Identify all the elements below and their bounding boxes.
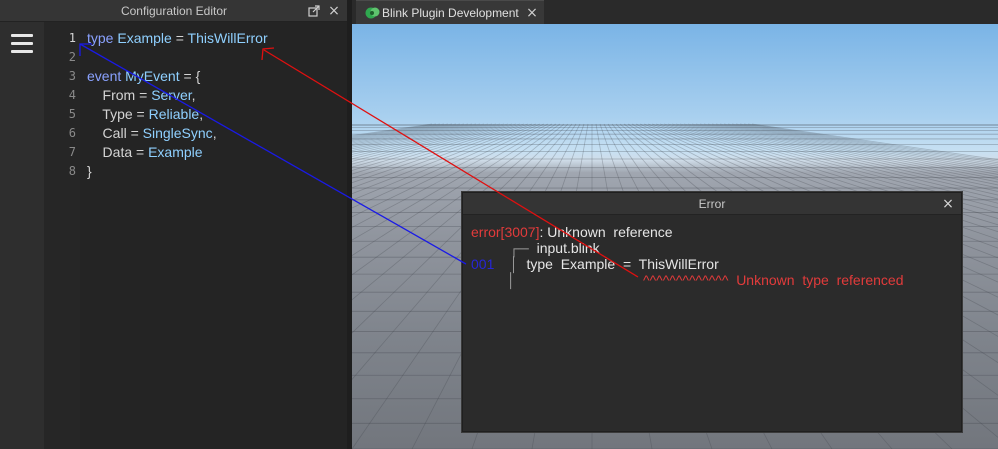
panel-titlebar: Configuration Editor × <box>0 0 348 22</box>
error-code: error[3007] <box>471 224 540 240</box>
tab-blink-plugin-development[interactable]: Blink Plugin Development × <box>356 0 544 24</box>
code-line: From = Server, <box>87 86 196 105</box>
line-number: 1 <box>68 31 76 45</box>
code-token: Type = <box>87 106 149 122</box>
code-token: Reliable <box>148 106 200 122</box>
grid-line <box>352 123 477 150</box>
source-bar: │ <box>507 272 516 288</box>
code-token: = { <box>179 68 201 84</box>
code-token: , <box>199 106 204 122</box>
dialog-title: Error <box>698 197 726 211</box>
code-token: From = <box>87 87 152 103</box>
hamburger-menu-icon[interactable] <box>11 34 33 54</box>
panel-title: Configuration Editor <box>120 4 228 18</box>
line-number: 4 <box>68 88 76 102</box>
popout-icon[interactable] <box>308 5 320 17</box>
source-bar: │ <box>509 256 519 272</box>
error-dialog: Error × error[3007]: Unknown reference ┌… <box>462 192 962 432</box>
code-token: SingleSync <box>142 125 213 141</box>
error-header: error[3007]: Unknown reference <box>471 224 673 241</box>
grid-line <box>352 123 481 151</box>
source-line: 001 │ type Example = ThisWillError <box>471 256 719 273</box>
code-token: Call = <box>87 125 143 141</box>
source-text: type Example = ThisWillError <box>526 256 719 272</box>
code-line: Call = SingleSync, <box>87 124 217 143</box>
grid-line <box>352 123 441 138</box>
dialog-titlebar: Error × <box>463 193 961 215</box>
box-corner-glyph: ┌─ <box>509 240 529 256</box>
code-token: Server <box>151 87 192 103</box>
code-token: } <box>87 163 92 179</box>
code-token: ThisWillError <box>187 30 268 46</box>
code-token: event <box>87 68 122 84</box>
code-token: = <box>171 30 188 46</box>
line-number: 3 <box>68 69 76 83</box>
code-token: Example <box>117 30 172 46</box>
file-name: input.blink <box>536 240 600 256</box>
line-number: 6 <box>68 126 76 140</box>
code-token: MyEvent <box>125 68 180 84</box>
code-line: Type = Reliable, <box>87 105 203 124</box>
blink-plugin-icon <box>365 7 380 19</box>
line-number-gutter: 1 2 3 4 5 6 7 8 <box>44 22 80 449</box>
error-hint-text: Unknown type referenced <box>736 272 904 288</box>
code-line: event MyEvent = { <box>87 67 200 86</box>
close-icon[interactable]: × <box>524 3 540 23</box>
menu-strip <box>0 22 44 449</box>
code-line: type Example = ThisWillError <box>87 29 268 48</box>
error-hint: ^^^^^^^^^^^^^ Unknown type referenced <box>643 272 904 289</box>
line-number: 7 <box>68 145 76 159</box>
error-carets: ^^^^^^^^^^^^^ <box>643 272 729 288</box>
code-editor[interactable]: type Example = ThisWillError event MyEven… <box>80 22 348 449</box>
code-token: Data = <box>87 144 149 160</box>
line-number: 8 <box>68 164 76 178</box>
line-number: 2 <box>68 50 76 64</box>
grid-line <box>352 123 433 137</box>
close-icon[interactable]: × <box>939 194 957 214</box>
code-token: , <box>212 125 217 141</box>
close-icon[interactable]: × <box>326 1 342 21</box>
code-token: Example <box>148 144 203 160</box>
bar-line: │ <box>507 272 516 289</box>
code-token: type <box>87 30 114 46</box>
line-number: 5 <box>68 107 76 121</box>
configuration-editor-panel: Configuration Editor × 1 2 3 4 5 6 7 8 type Exa… <box>0 0 348 449</box>
source-line-number: 001 <box>471 256 495 272</box>
file-reference: ┌─ input.blink <box>509 240 600 257</box>
code-line: Data = Example <box>87 143 203 162</box>
error-message: : Unknown reference <box>539 224 673 240</box>
code-token: , <box>191 87 196 103</box>
code-line: } <box>87 162 92 181</box>
tab-label: Blink Plugin Development <box>382 6 519 20</box>
tab-bar: Blink Plugin Development × <box>352 0 998 24</box>
